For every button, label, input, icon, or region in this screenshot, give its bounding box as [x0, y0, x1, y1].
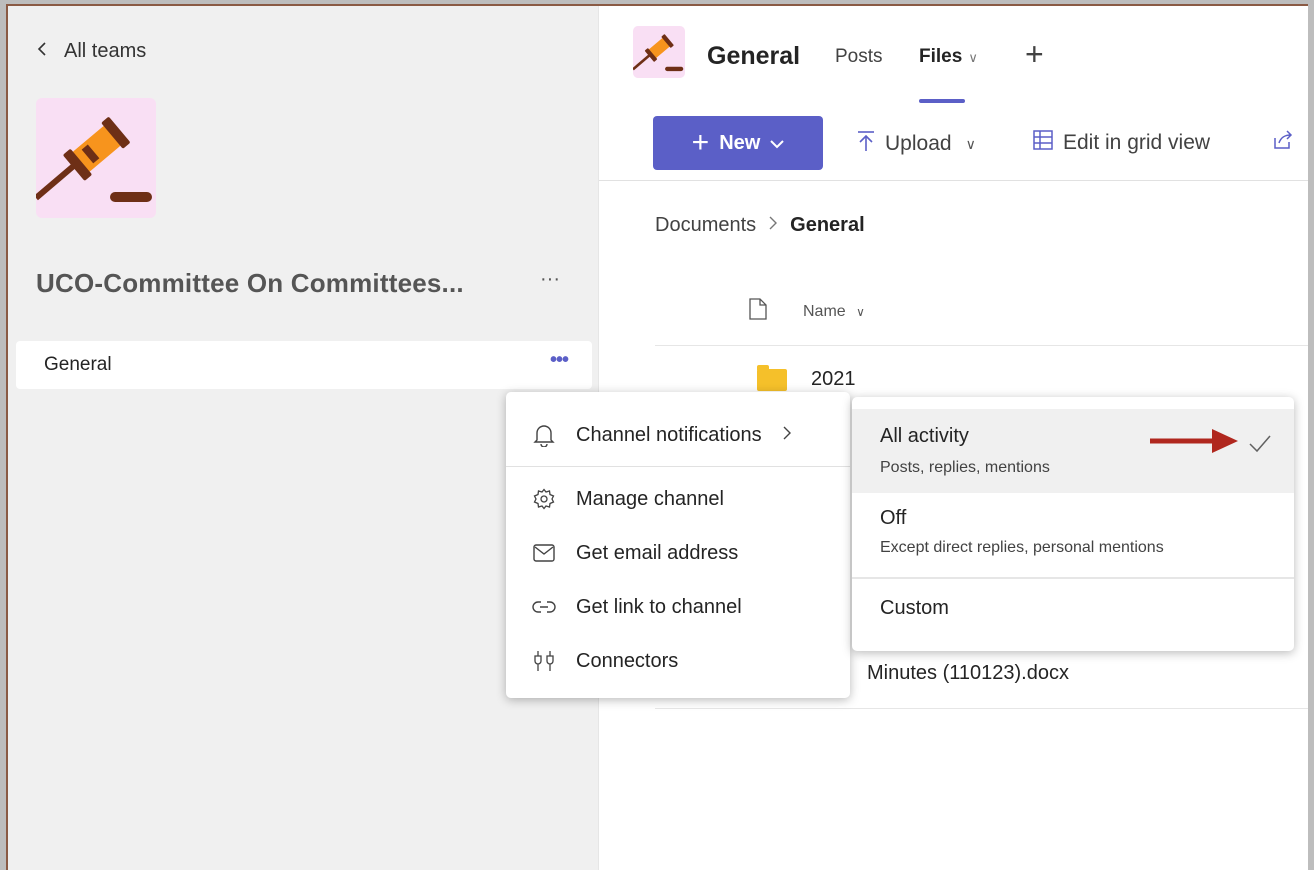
notification-option-custom[interactable]: Custom: [852, 583, 1294, 639]
back-label: All teams: [64, 40, 147, 62]
share-button[interactable]: [1273, 130, 1293, 156]
list-divider: [655, 345, 1308, 346]
chevron-left-icon: [36, 40, 48, 63]
menu-item-label: Connectors: [576, 649, 679, 672]
connector-icon: [530, 650, 558, 672]
upload-label: Upload: [885, 132, 952, 155]
new-button-label: New: [719, 131, 761, 154]
new-button[interactable]: + New: [653, 116, 823, 170]
menu-item-manage-channel[interactable]: Manage channel: [506, 472, 850, 526]
menu-item-label: Get link to channel: [576, 595, 742, 618]
team-more-options-icon[interactable]: ···: [540, 268, 560, 291]
chevron-down-icon: ∨: [968, 50, 978, 65]
channel-label: General: [44, 354, 112, 375]
file-name: Minutes (110123).docx: [867, 662, 1069, 684]
menu-item-channel-notifications[interactable]: Channel notifications: [506, 407, 850, 463]
tab-files[interactable]: Files ∨: [919, 46, 978, 68]
list-divider: [655, 708, 1308, 709]
tab-files-label: Files: [919, 46, 963, 67]
gavel-icon: [632, 34, 684, 72]
name-column-label: Name: [803, 302, 846, 320]
file-list-header: Name ∨: [749, 298, 865, 325]
chevron-down-icon: ∨: [856, 304, 865, 319]
file-name: 2021: [811, 368, 856, 390]
chevron-right-icon: [782, 425, 792, 446]
breadcrumb: Documents General: [655, 214, 865, 237]
menu-item-get-link-to-channel[interactable]: Get link to channel: [506, 580, 850, 634]
breadcrumb-current: General: [790, 214, 865, 236]
active-tab-indicator: [919, 99, 965, 103]
plus-icon: +: [691, 126, 710, 159]
breadcrumb-root[interactable]: Documents: [655, 214, 756, 237]
bell-icon: [530, 423, 558, 447]
gavel-icon: [34, 117, 152, 202]
file-row-doc[interactable]: Minutes (110123).docx: [867, 662, 1069, 685]
option-subtitle: Except direct replies, personal mentions: [880, 539, 1164, 556]
channel-more-options-icon[interactable]: •••: [550, 349, 569, 372]
team-avatar: [34, 98, 156, 218]
team-name: UCO-Committee On Committees...: [36, 268, 464, 298]
toolbar-divider: [599, 180, 1308, 181]
submenu-divider: [852, 577, 1294, 579]
grid-label: Edit in grid view: [1063, 131, 1211, 154]
option-subtitle: Posts, replies, mentions: [880, 459, 1050, 476]
chevron-down-icon: [770, 132, 785, 155]
chevron-right-icon: [768, 215, 778, 236]
channel-title: General: [707, 42, 801, 70]
menu-item-get-email-address[interactable]: Get email address: [506, 526, 850, 580]
option-title: Custom: [880, 597, 949, 619]
edit-in-grid-view-button[interactable]: Edit in grid view: [1033, 130, 1210, 156]
option-title: Off: [880, 507, 907, 529]
menu-item-connectors[interactable]: Connectors: [506, 634, 850, 688]
share-icon: [1273, 130, 1293, 156]
menu-divider: [506, 466, 850, 467]
mail-icon: [530, 544, 558, 562]
upload-icon: [857, 130, 875, 158]
add-tab-button[interactable]: +: [1025, 36, 1044, 73]
channel-avatar: [632, 26, 685, 78]
tab-posts[interactable]: Posts: [835, 46, 883, 68]
gear-icon: [530, 488, 558, 510]
menu-item-label: Channel notifications: [576, 423, 762, 446]
menu-item-label: Manage channel: [576, 487, 724, 510]
file-row-folder[interactable]: 2021: [757, 364, 856, 391]
name-column-header[interactable]: Name ∨: [803, 303, 865, 321]
menu-item-label: Get email address: [576, 541, 739, 564]
checkmark-icon: [1248, 433, 1272, 461]
upload-button[interactable]: Upload ∨: [857, 130, 976, 158]
option-title: All activity: [880, 425, 969, 447]
back-to-all-teams[interactable]: All teams: [36, 40, 146, 63]
link-icon: [530, 600, 558, 614]
channel-item-general[interactable]: General •••: [16, 341, 592, 389]
chevron-down-icon: ∨: [965, 135, 976, 152]
file-type-icon: [749, 298, 767, 325]
channel-context-menu: Channel notifications Manage channel Get…: [506, 392, 850, 698]
notification-option-off[interactable]: Off Except direct replies, personal ment…: [852, 495, 1294, 573]
folder-icon: [757, 364, 787, 391]
annotation-arrow-icon: [1150, 426, 1240, 461]
grid-icon: [1033, 130, 1053, 156]
